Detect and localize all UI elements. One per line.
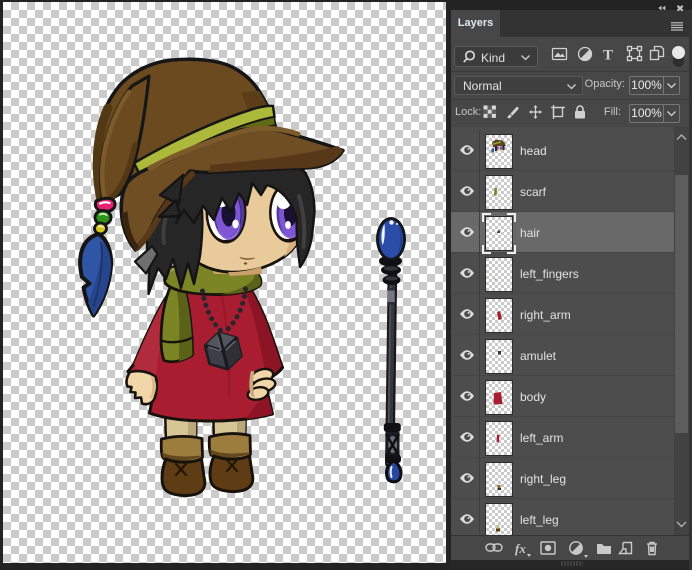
svg-text:fx: fx: [515, 541, 526, 556]
svg-text:T: T: [603, 48, 613, 64]
